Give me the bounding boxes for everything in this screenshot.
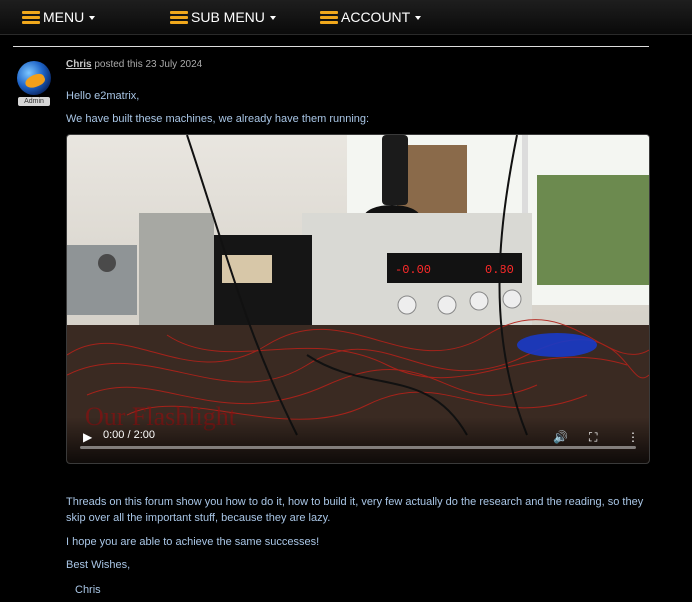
post-date-text: posted this 23 July 2024: [94, 59, 203, 70]
volume-icon[interactable]: 🔊: [553, 430, 568, 444]
video-time: 0:00 / 2:00: [103, 429, 155, 441]
top-navbar: MENU SUB MENU ACCOUNT: [0, 0, 692, 35]
caret-down-icon: [269, 16, 276, 20]
avatar[interactable]: [17, 61, 51, 95]
sub-menu-dropdown[interactable]: SUB MENU: [170, 0, 276, 34]
closing-text: Best Wishes,: [66, 559, 131, 571]
role-badge: Admin: [18, 97, 50, 106]
play-icon[interactable]: ▶: [83, 430, 92, 444]
intro-text: We have built these machines, we already…: [66, 113, 370, 125]
psu-display-left: -0.00: [395, 263, 431, 277]
video-frame: -0.00 0.80 Our Flashlight: [67, 135, 649, 463]
sub-menu-label: SUB MENU: [191, 9, 265, 25]
divider: [13, 46, 649, 47]
signature-text: Chris: [75, 584, 101, 596]
more-options-icon[interactable]: ⋮: [627, 430, 639, 444]
paragraph-hope: I hope you are able to achieve the same …: [66, 536, 320, 548]
menu-label: MENU: [43, 9, 85, 25]
account-label: ACCOUNT: [341, 9, 411, 25]
video-player[interactable]: -0.00 0.80 Our Flashlight ▶: [66, 134, 650, 464]
hamburger-icon: [320, 10, 338, 24]
menu-dropdown[interactable]: MENU: [22, 0, 96, 34]
video-progress-bar[interactable]: [80, 446, 636, 449]
caret-down-icon: [415, 16, 422, 20]
author-link[interactable]: Chris: [66, 59, 92, 70]
account-dropdown[interactable]: ACCOUNT: [320, 0, 422, 34]
paragraph-threads: Threads on this forum show you how to do…: [66, 496, 644, 524]
post-meta: Chris posted this 23 July 2024: [66, 59, 202, 70]
fullscreen-icon[interactable]: ⛶: [589, 430, 597, 445]
greeting-text: Hello e2matrix,: [66, 90, 140, 102]
hamburger-icon: [170, 10, 188, 24]
hamburger-icon: [22, 10, 40, 24]
caret-down-icon: [89, 16, 96, 20]
video-controls: ▶ 0:00 / 2:00 🔊 ⛶ ⋮: [67, 417, 649, 463]
